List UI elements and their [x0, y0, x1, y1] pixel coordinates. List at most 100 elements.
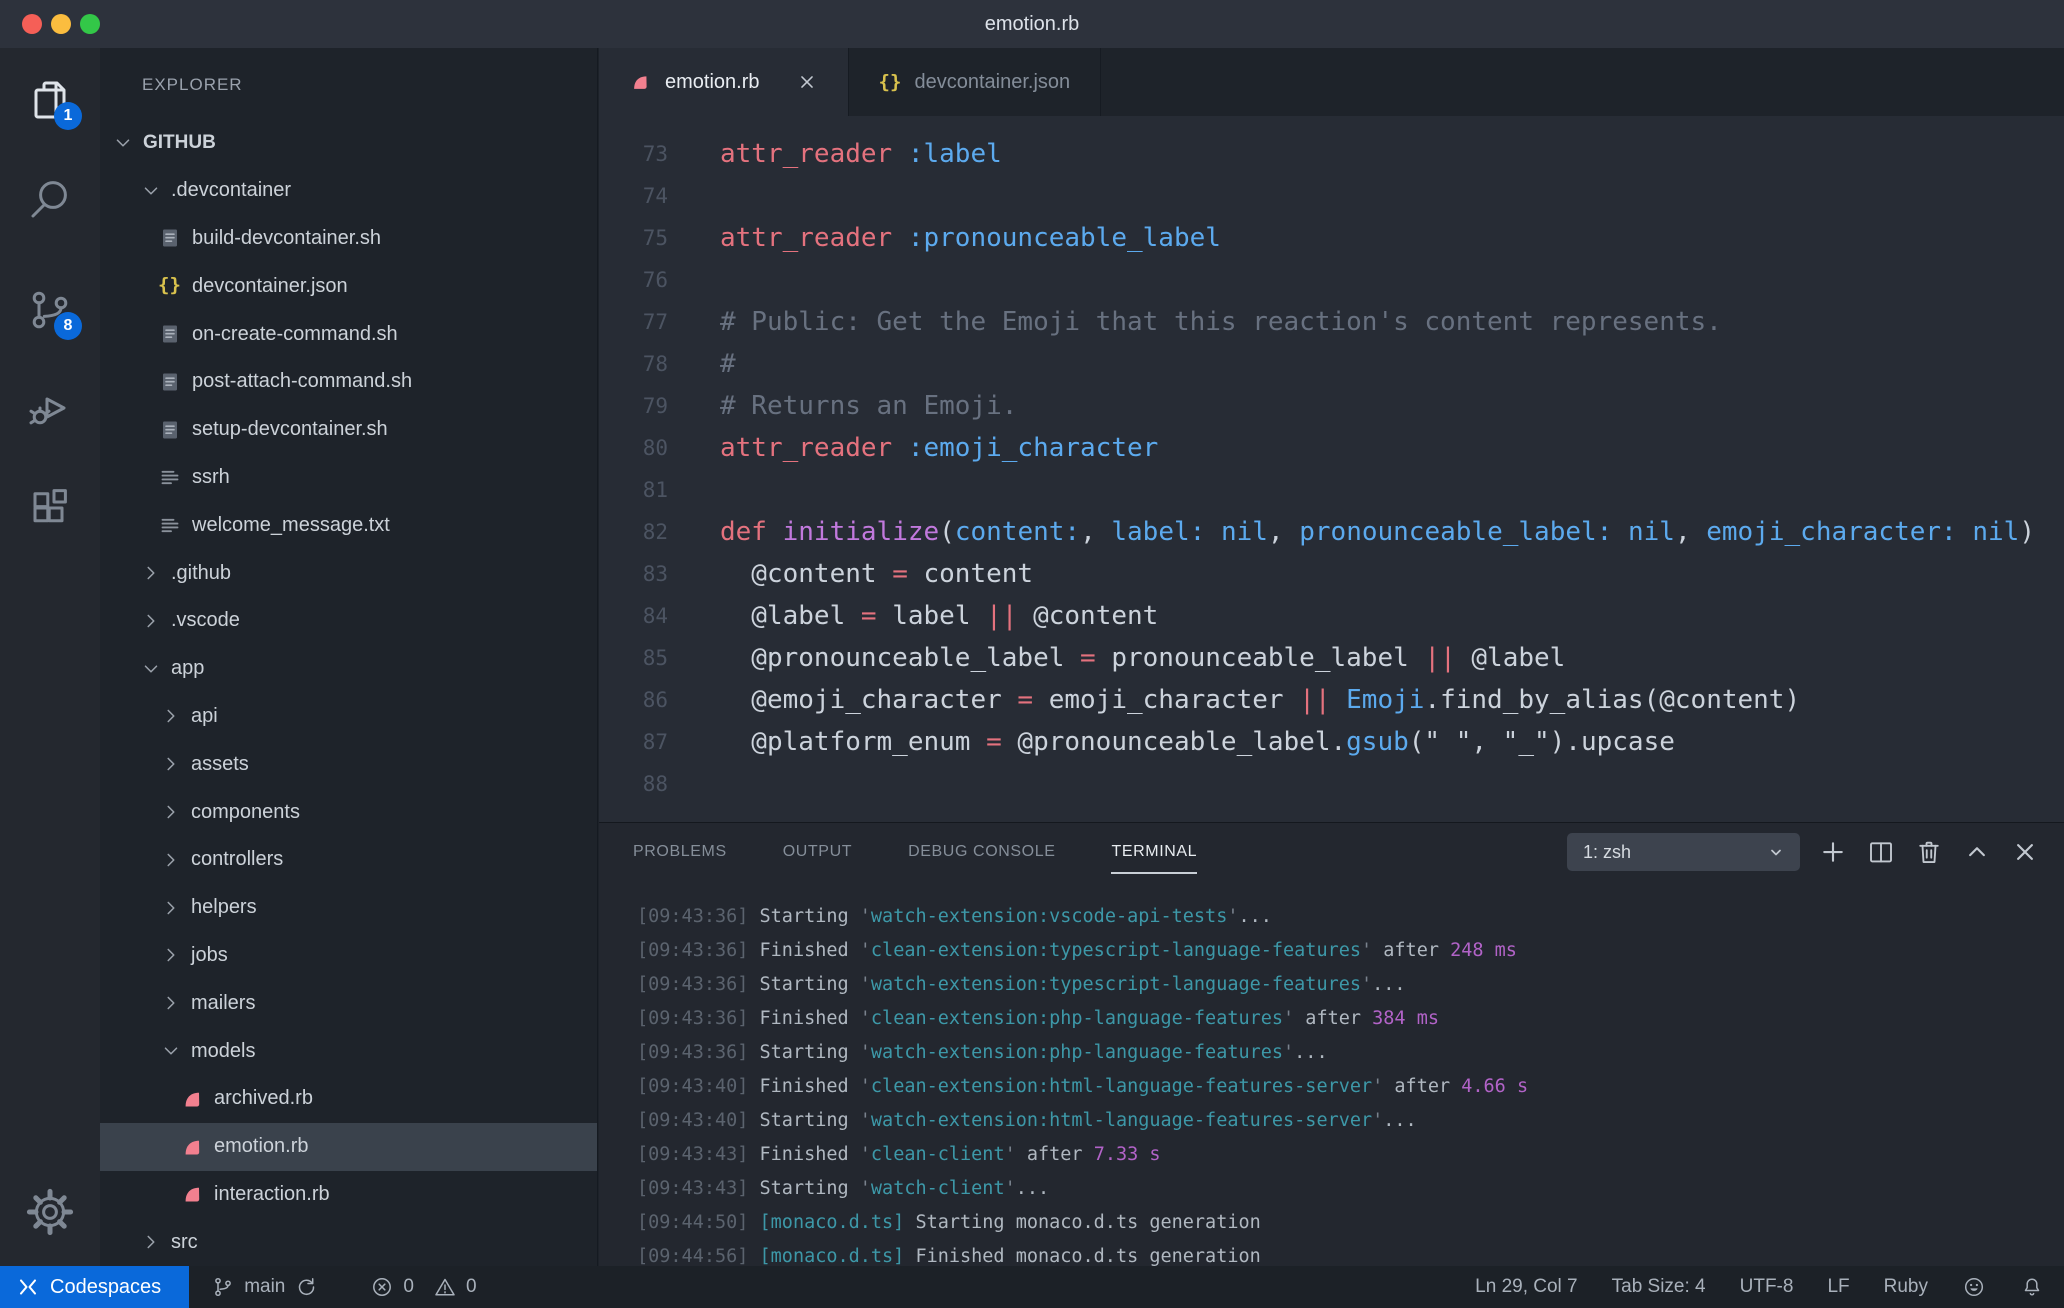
- tab-label: emotion.rb: [665, 70, 760, 93]
- tree-item-emotion-rb[interactable]: emotion.rb: [100, 1122, 597, 1171]
- status-item-tab-size-4[interactable]: Tab Size: 4: [1612, 1276, 1706, 1298]
- tree-item-devcontainer-json[interactable]: {} devcontainer.json: [100, 262, 597, 310]
- chevron-down-icon: [1764, 840, 1788, 864]
- activity-settings-button[interactable]: [26, 1188, 74, 1236]
- tree-item-models[interactable]: models: [100, 1027, 597, 1075]
- smiley-icon[interactable]: [1962, 1275, 1986, 1299]
- line-number: 80: [642, 436, 668, 460]
- tree-item-label: build-devcontainer.sh: [192, 226, 382, 249]
- tree-item-helpers[interactable]: helpers: [100, 884, 597, 932]
- branch-status[interactable]: main: [211, 1275, 318, 1299]
- status-item-utf-8[interactable]: UTF-8: [1740, 1276, 1794, 1298]
- split-terminal-button[interactable]: [1866, 837, 1896, 867]
- code-line-76: 76: [599, 259, 2064, 301]
- tree-item-welcome-message-txt[interactable]: welcome_message.txt: [100, 501, 597, 549]
- chevron-right-icon: [140, 610, 162, 632]
- tree-item-api[interactable]: api: [100, 693, 597, 741]
- editor-tab-devcontainer-json[interactable]: {} devcontainer.json: [849, 48, 1102, 116]
- activity-explorer-button[interactable]: 1: [26, 76, 82, 130]
- line-number: 83: [642, 562, 668, 586]
- sync-icon: [294, 1275, 318, 1299]
- ruby-file-icon: [180, 1182, 204, 1206]
- editor-group: emotion.rb {} devcontainer.json 73 attr_rea…: [599, 48, 2064, 1266]
- line-number: 79: [642, 394, 668, 418]
- tree-item-build-devcontainer-sh[interactable]: build-devcontainer.sh: [100, 215, 597, 263]
- tree-item--devcontainer[interactable]: .devcontainer: [100, 167, 597, 215]
- bell-icon[interactable]: [2020, 1275, 2044, 1299]
- tree-item-src[interactable]: src: [100, 1218, 597, 1266]
- chevron-right-icon: [160, 801, 182, 823]
- status-item-ln-29-col-7[interactable]: Ln 29, Col 7: [1475, 1276, 1577, 1298]
- line-number: 77: [642, 310, 668, 334]
- titlebar: emotion.rb: [0, 0, 2064, 48]
- tree-item-label: welcome_message.txt: [192, 513, 390, 536]
- panel-action-buttons: [1818, 837, 2040, 867]
- panel-tab-output[interactable]: OUTPUT: [783, 843, 852, 861]
- tree-item-label: api: [191, 704, 218, 727]
- terminal-line: [09:43:36] Finished 'clean-extension:typ…: [637, 940, 1517, 961]
- line-number: 75: [642, 226, 668, 250]
- tree-item-post-attach-command-sh[interactable]: post-attach-command.sh: [100, 358, 597, 406]
- panel-tab-problems[interactable]: PROBLEMS: [633, 843, 727, 861]
- chevron-right-icon: [160, 753, 182, 775]
- chevron-down-icon: [140, 658, 162, 680]
- tree-item-controllers[interactable]: controllers: [100, 836, 597, 884]
- close-icon[interactable]: [796, 71, 818, 93]
- gear-icon: [26, 1188, 74, 1240]
- tree-item-on-create-command-sh[interactable]: on-create-command.sh: [100, 310, 597, 358]
- tree-item-jobs[interactable]: jobs: [100, 932, 597, 980]
- run-debug-icon: [26, 397, 74, 436]
- vscode-window: emotion.rb 1 8 EXPLORER GITHUB .devcontain…: [0, 0, 2064, 1308]
- close-panel-button[interactable]: [2010, 837, 2040, 867]
- chevron-right-icon: [160, 897, 182, 919]
- status-item-lf[interactable]: LF: [1827, 1276, 1849, 1298]
- activity-search-button[interactable]: [26, 176, 74, 224]
- panel-tab-terminal[interactable]: TERMINAL: [1111, 843, 1197, 874]
- activity-run-debug-button[interactable]: [26, 384, 74, 432]
- status-bar-right: Ln 29, Col 7 Tab Size: 4 UTF-8 LF Ruby: [1475, 1275, 2064, 1299]
- tree-item--vscode[interactable]: .vscode: [100, 597, 597, 645]
- code-line-74: 74: [599, 175, 2064, 217]
- status-item-ruby[interactable]: Ruby: [1884, 1276, 1928, 1298]
- explorer-header: EXPLORER: [142, 75, 243, 94]
- code-line-85: 85 @pronounceable_label = pronounceable_…: [599, 637, 2064, 679]
- tree-item-components[interactable]: components: [100, 788, 597, 836]
- problems-status[interactable]: 0 0: [370, 1275, 477, 1299]
- terminal-shell-select[interactable]: 1: zsh: [1567, 833, 1800, 871]
- tree-item-label: .vscode: [171, 609, 240, 632]
- search-icon: [26, 181, 74, 228]
- new-terminal-button[interactable]: [1818, 837, 1848, 867]
- kill-terminal-button[interactable]: [1914, 837, 1944, 867]
- activity-source-control-button[interactable]: 8: [26, 286, 82, 340]
- tree-item-ssrh[interactable]: ssrh: [100, 454, 597, 502]
- codespaces-remote-button[interactable]: Codespaces: [0, 1266, 190, 1308]
- editor-tab-emotion-rb[interactable]: emotion.rb: [599, 48, 849, 116]
- code-line-80: 80 attr_reader :emoji_character: [599, 427, 2064, 469]
- terminal-line: [09:43:43] Starting 'watch-client'...: [637, 1178, 1050, 1199]
- tree-item-label: post-attach-command.sh: [192, 370, 413, 393]
- tree-item-label: components: [191, 800, 300, 823]
- tree-item-app[interactable]: app: [100, 645, 597, 693]
- tree-item-assets[interactable]: assets: [100, 740, 597, 788]
- line-number: 88: [642, 772, 668, 796]
- code-line-84: 84 @label = label || @content: [599, 595, 2064, 637]
- maximize-panel-button[interactable]: [1962, 837, 1992, 867]
- tree-item-interaction-rb[interactable]: interaction.rb: [100, 1171, 597, 1219]
- shell-file-icon: [158, 226, 182, 250]
- file-tree: GITHUB .devcontainer build-devcontainer.sh…: [100, 119, 597, 1266]
- codespaces-label: Codespaces: [50, 1275, 162, 1298]
- tree-item--github[interactable]: .github: [100, 549, 597, 597]
- branch-icon: [211, 1275, 235, 1299]
- tree-item-label: helpers: [191, 896, 257, 919]
- tree-item-setup-devcontainer-sh[interactable]: setup-devcontainer.sh: [100, 406, 597, 454]
- terminal-output[interactable]: [09:43:36] Starting 'watch-extension:vsc…: [599, 881, 2064, 1266]
- activity-extensions-button[interactable]: [26, 486, 74, 534]
- tree-item-mailers[interactable]: mailers: [100, 979, 597, 1027]
- tree-item-github[interactable]: GITHUB: [100, 119, 597, 167]
- code-editor[interactable]: 73 attr_reader :label 74 75 attr_reader :pro…: [599, 116, 2064, 822]
- panel-tab-debug-console[interactable]: DEBUG CONSOLE: [908, 843, 1055, 861]
- tree-item-label: ssrh: [192, 465, 230, 488]
- tree-item-archived-rb[interactable]: archived.rb: [100, 1075, 597, 1123]
- code-line-77: 77 # Public: Get the Emoji that this reac…: [599, 301, 2064, 343]
- line-number: 87: [642, 730, 668, 754]
